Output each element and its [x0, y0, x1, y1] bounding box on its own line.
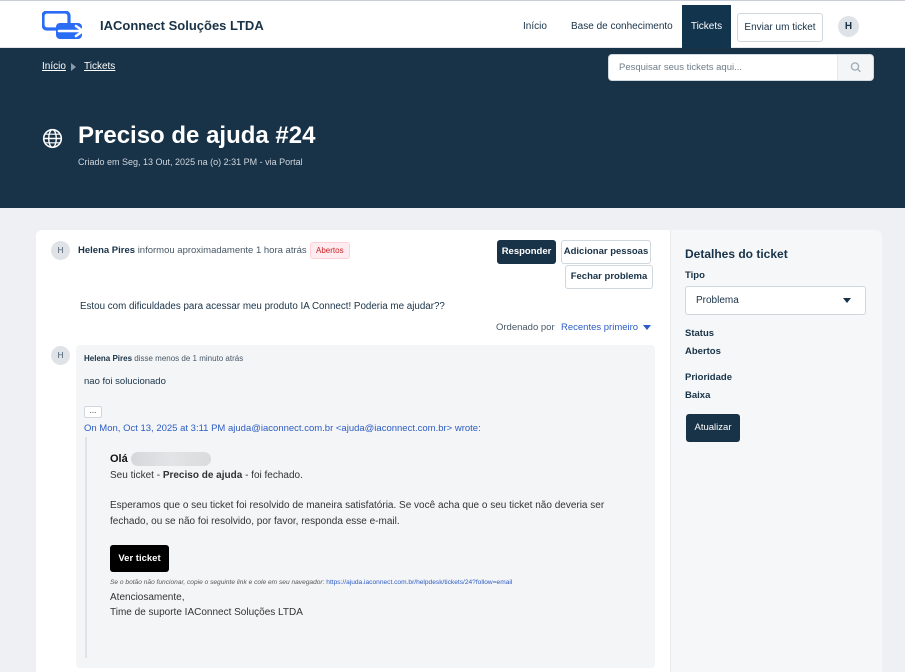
breadcrumb-tickets[interactable]: Tickets: [84, 61, 115, 72]
status-label: Status: [685, 328, 715, 339]
page-title: Preciso de ajuda #24: [78, 122, 316, 149]
email-line-closed-post: - foi fechado.: [242, 470, 303, 481]
sort-dropdown[interactable]: Recentes primeiro: [561, 322, 638, 333]
email-team: Time de suporte IAConnect Soluções LTDA: [110, 607, 303, 618]
user-avatar[interactable]: H: [838, 16, 859, 37]
sort-label: Ordenado por: [496, 322, 555, 333]
ticket-conversation: H Helena Pires informou aproximadamente …: [36, 230, 670, 672]
email-fallback-text: Se o botão não funcionar, copie o seguin…: [110, 579, 325, 586]
reply-author-action: disse menos de 1 minuto atrás: [134, 354, 244, 363]
email-ticket-name: Preciso de ajuda: [162, 470, 243, 481]
quote-divider: [85, 437, 87, 658]
email-line-hope: Esperamos que o seu ticket foi resolvido…: [110, 500, 605, 511]
priority-value: Baixa: [685, 390, 711, 401]
email-fallback-link[interactable]: https://ajuda.iaconnect.com.br/helpdesk/…: [326, 579, 512, 586]
email-greeting: Olá: [110, 453, 128, 465]
globe-icon: [42, 128, 63, 149]
chevron-down-icon: [843, 298, 851, 303]
ticket-search: [608, 54, 874, 81]
ticket-hero: Início Tickets Preciso de ajuda #24 Cria…: [0, 48, 905, 208]
email-line-respond: fechado, ou se não foi resolvido, por fa…: [110, 516, 400, 527]
reply-author-name: Helena Pires: [84, 354, 133, 363]
ticket-created-info: Criado em Seg, 13 Out, 2025 na (o) 2:31 …: [78, 157, 303, 167]
tipo-select-value: Problema: [696, 295, 739, 306]
submit-ticket-button[interactable]: Enviar um ticket: [737, 13, 823, 42]
status-value: Abertos: [685, 346, 721, 357]
quote-date: On Mon, Oct 13, 2025 at 3:11 PM: [84, 423, 226, 434]
close-ticket-button[interactable]: Fechar problema: [565, 265, 653, 289]
chevron-down-icon[interactable]: [643, 325, 651, 330]
quote-suffix: <ajuda@iaconnect.com.br> wrote:: [335, 423, 481, 434]
ticket-message: Estou com dificuldades para acessar meu …: [80, 301, 445, 312]
nav-knowledge-base[interactable]: Base de conhecimento: [571, 5, 673, 49]
search-input[interactable]: [609, 55, 839, 80]
update-button[interactable]: Atualizar: [686, 414, 740, 442]
nav-tickets[interactable]: Tickets: [682, 5, 731, 49]
author-action: informou aproximadamente 1 hora atrás: [137, 245, 307, 256]
tipo-label: Tipo: [685, 270, 705, 281]
details-title: Detalhes do ticket: [685, 247, 788, 261]
email-signoff: Atenciosamente,: [110, 592, 185, 603]
email-line-closed: Seu ticket - Preciso de ajuda - foi fech…: [110, 470, 303, 481]
quote-email-link[interactable]: ajuda@iaconnect.com.br: [228, 423, 333, 434]
avatar: H: [51, 346, 70, 365]
brand-logo-icon[interactable]: [42, 11, 95, 41]
tipo-select[interactable]: Problema: [685, 286, 866, 315]
brand-name[interactable]: IAConnect Soluções LTDA: [100, 18, 264, 33]
author-name: Helena Pires: [78, 245, 136, 256]
priority-label: Prioridade: [685, 372, 732, 383]
nav-inicio[interactable]: Início: [523, 5, 547, 49]
ticket-author-line: Helena Pires informou aproximadamente 1 …: [78, 245, 307, 256]
search-icon: [850, 62, 861, 73]
reply-author-line: Helena Pires disse menos de 1 minuto atr…: [84, 354, 243, 363]
top-navbar: IAConnect Soluções LTDA Início Base de c…: [0, 0, 905, 49]
add-people-button[interactable]: Adicionar pessoas: [561, 240, 651, 264]
reply-button[interactable]: Responder: [497, 240, 556, 264]
quote-header: On Mon, Oct 13, 2025 at 3:11 PM ajuda@ia…: [84, 423, 481, 434]
ticket-details-panel: Detalhes do ticket Tipo Problema Status …: [670, 230, 882, 672]
show-quoted-button[interactable]: ...: [84, 406, 102, 418]
search-button[interactable]: [837, 55, 873, 80]
email-line-closed-pre: Seu ticket -: [110, 470, 163, 481]
redacted-name: [131, 452, 211, 466]
reply-text: nao foi solucionado: [84, 376, 166, 387]
view-ticket-button[interactable]: Ver ticket: [110, 545, 169, 572]
avatar: H: [51, 241, 70, 260]
reply-message: Helena Pires disse menos de 1 minuto atr…: [76, 345, 655, 668]
email-fallback: Se o botão não funcionar, copie o seguin…: [110, 579, 512, 586]
status-badge: Abertos: [310, 242, 350, 259]
breadcrumb-arrow-icon: [71, 63, 76, 71]
breadcrumb-inicio[interactable]: Início: [42, 61, 66, 72]
